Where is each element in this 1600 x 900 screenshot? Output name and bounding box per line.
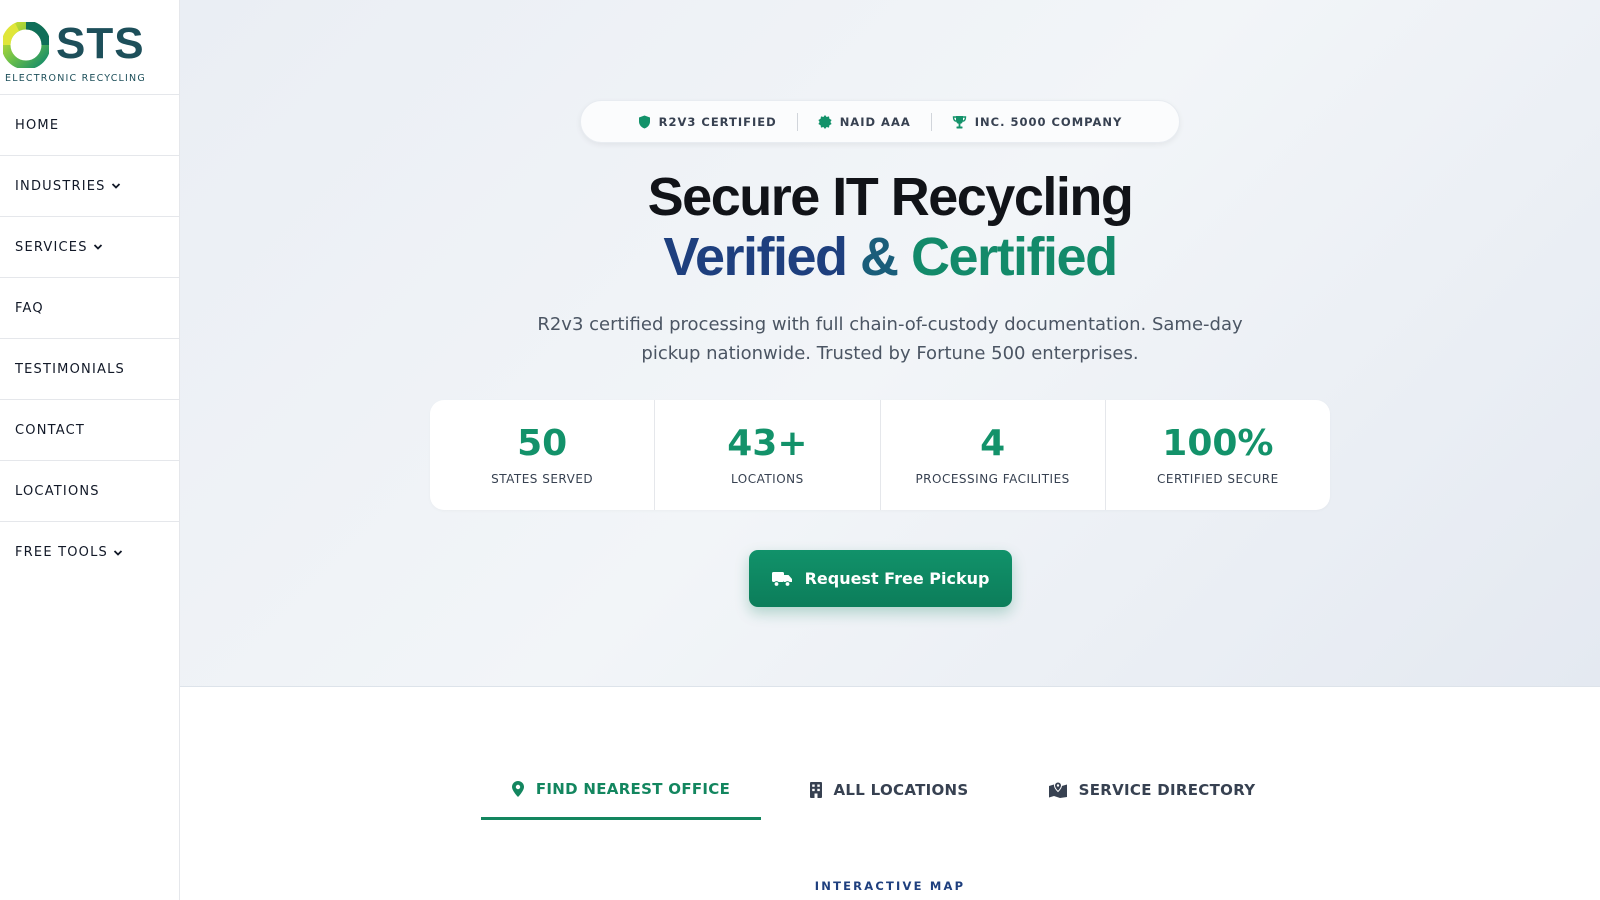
chevron-down-icon (93, 244, 102, 250)
nav-label: TESTIMONIALS (15, 361, 125, 377)
location-tabs: FIND NEAREST OFFICE ALL LOCATIONS SERVIC… (481, 760, 1287, 820)
hero-subtitle-certified: Certified (911, 227, 1118, 287)
tab-service-directory[interactable]: SERVICE DIRECTORY (1017, 760, 1287, 820)
tab-all-locations[interactable]: ALL LOCATIONS (769, 760, 1009, 820)
shield-icon (638, 115, 650, 128)
nav-contact[interactable]: CONTACT (0, 400, 179, 461)
stat-value: 43+ (727, 423, 808, 464)
nav-free-tools[interactable]: FREE TOOLS (0, 522, 179, 583)
nav-label: SERVICES (15, 239, 88, 255)
stats-panel: 50 STATES SERVED 43+ LOCATIONS 4 PROCESS… (430, 400, 1330, 510)
stat-locations: 43+ LOCATIONS (655, 400, 881, 510)
badge-label: INC. 5000 COMPANY (974, 114, 1123, 129)
stat-label: LOCATIONS (730, 472, 804, 486)
stat-label: CERTIFIED SECURE (1157, 472, 1279, 486)
logo-swirl-icon (3, 22, 49, 68)
nav-label: INDUSTRIES (15, 178, 106, 194)
chevron-down-icon (113, 549, 123, 556)
certificate-icon (818, 114, 832, 129)
stat-facilities: 4 PROCESSING FACILITIES (881, 400, 1106, 510)
brand-logo[interactable]: STS ELECTRONIC RECYCLING (0, 0, 179, 95)
certification-badges: R2V3 CERTIFIED NAID AAA INC. 5000 COMPAN… (580, 100, 1180, 143)
badge-label: NAID AAA (839, 114, 911, 129)
hero-section: R2V3 CERTIFIED NAID AAA INC. 5000 COMPAN… (180, 0, 1600, 687)
stat-label: PROCESSING FACILITIES (915, 472, 1070, 486)
building-icon (809, 782, 822, 798)
map-location-icon (1048, 782, 1067, 798)
nav-locations[interactable]: LOCATIONS (0, 461, 179, 522)
hero-description: R2v3 certified processing with full chai… (537, 314, 1243, 364)
badge-label: R2V3 CERTIFIED (658, 114, 777, 129)
stat-value: 4 (980, 423, 1006, 464)
nav-faq[interactable]: FAQ (0, 278, 179, 339)
hero-title: Secure IT Recycling (647, 167, 1134, 227)
nav-label: HOME (15, 117, 60, 133)
stat-states: 50 STATES SERVED (430, 400, 656, 510)
stat-value: 100% (1162, 423, 1274, 464)
trophy-icon (952, 115, 966, 128)
nav-testimonials[interactable]: TESTIMONIALS (0, 339, 179, 400)
tab-find-nearest-office[interactable]: FIND NEAREST OFFICE (481, 760, 761, 820)
tab-label: SERVICE DIRECTORY (1078, 781, 1256, 799)
badge-inc5000: INC. 5000 COMPANY (932, 115, 1143, 129)
request-pickup-button[interactable]: Request Free Pickup (749, 550, 1012, 607)
stat-value: 50 (517, 423, 568, 464)
map-pin-icon (511, 780, 524, 797)
truck-icon (771, 571, 792, 587)
brand-tagline: ELECTRONIC RECYCLING (5, 73, 146, 84)
sidebar: STS ELECTRONIC RECYCLING HOME INDUSTRIES… (0, 0, 180, 900)
nav-label: FAQ (15, 300, 44, 316)
chevron-down-icon (111, 183, 120, 189)
nav-label: LOCATIONS (15, 483, 100, 499)
badge-naid: NAID AAA (798, 114, 931, 129)
brand-name: STS (56, 19, 145, 68)
cta-label: Request Free Pickup (804, 569, 990, 588)
nav-industries[interactable]: INDUSTRIES (0, 156, 179, 217)
stat-certified: 100% CERTIFIED SECURE (1106, 400, 1330, 510)
hero-subtitle-amp: & (860, 227, 899, 287)
tab-label: FIND NEAREST OFFICE (535, 779, 731, 798)
nav-label: FREE TOOLS (15, 545, 108, 560)
hero-subtitle-verified: Verified (663, 227, 848, 287)
nav-label: CONTACT (15, 422, 86, 438)
stat-label: STATES SERVED (491, 472, 594, 486)
badge-r2v3: R2V3 CERTIFIED (618, 115, 797, 129)
nav-home[interactable]: HOME (0, 95, 179, 156)
hero-subtitle: Verified & Certified (180, 225, 1600, 289)
section-eyebrow: INTERACTIVE MAP (814, 879, 966, 893)
nav-services[interactable]: SERVICES (0, 217, 179, 278)
tab-label: ALL LOCATIONS (833, 781, 969, 799)
